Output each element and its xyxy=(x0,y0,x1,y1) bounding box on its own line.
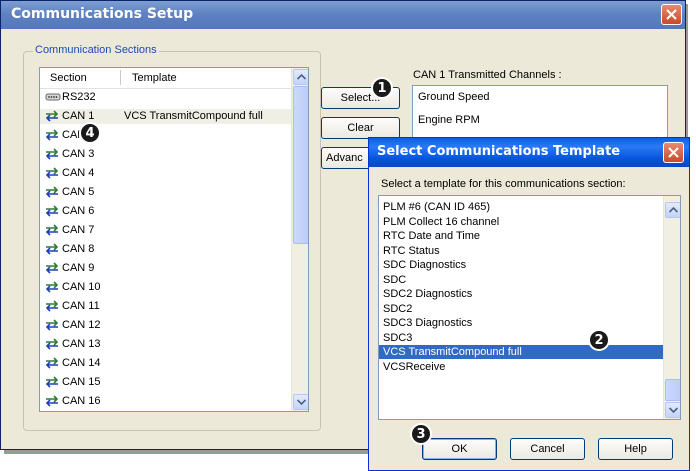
template-item[interactable]: PLM Collect 16 channel xyxy=(379,215,664,229)
dialog-title: Select Communications Template xyxy=(377,144,621,159)
section-name: CAN 11 xyxy=(62,300,100,312)
scroll-up-icon[interactable] xyxy=(665,202,680,218)
template-scrollbar[interactable] xyxy=(663,196,680,419)
bidirectional-arrows-icon xyxy=(45,357,59,369)
bidirectional-arrows-icon xyxy=(45,376,59,388)
template-item[interactable]: RTC Date and Time xyxy=(379,229,664,243)
section-name: CAN 3 xyxy=(62,148,95,160)
section-name: CAN 12 xyxy=(62,319,101,331)
bidirectional-arrows-icon xyxy=(45,129,59,141)
bidirectional-arrows-icon xyxy=(45,205,59,217)
dialog-close-icon[interactable] xyxy=(663,142,684,163)
group-label: Communication Sections xyxy=(33,44,159,56)
scroll-up-icon[interactable] xyxy=(293,69,308,85)
template-item[interactable]: SDC2 Diagnostics xyxy=(379,287,664,301)
bidirectional-arrows-icon xyxy=(45,319,59,331)
bidirectional-arrows-icon xyxy=(45,167,59,179)
channels-label: CAN 1 Transmitted Channels : xyxy=(413,69,562,81)
section-name: CAN 15 xyxy=(62,376,101,388)
bidirectional-arrows-icon xyxy=(45,395,59,407)
template-item[interactable]: SDC3 Diagnostics xyxy=(379,316,664,330)
section-name: CAN 1 xyxy=(62,110,95,122)
channels-list[interactable]: Ground Speed Engine RPM xyxy=(412,85,668,145)
bidirectional-arrows-icon xyxy=(45,186,59,198)
table-row[interactable]: CAN 5 xyxy=(40,185,291,200)
template-item[interactable]: RTC Status xyxy=(379,244,664,258)
template-item[interactable]: VCS TransmitCompound full xyxy=(379,345,664,359)
section-name: CAN 6 xyxy=(62,205,95,217)
bidirectional-arrows-icon xyxy=(45,300,59,312)
table-row[interactable]: CAN 15 xyxy=(40,375,291,390)
template-list[interactable]: PLM #6 (CAN ID 465) PLM Collect 16 channe… xyxy=(378,195,681,420)
table-row[interactable]: CAN 14 xyxy=(40,356,291,371)
table-row[interactable]: CAN 11 xyxy=(40,299,291,314)
bidirectional-arrows-icon xyxy=(45,224,59,236)
column-header-template[interactable]: Template xyxy=(132,72,177,84)
ok-button[interactable]: OK xyxy=(422,438,497,460)
section-name: CAN 16 xyxy=(62,395,101,407)
template-item[interactable]: SDC2 xyxy=(379,302,664,316)
section-name: CAN 9 xyxy=(62,262,95,274)
help-button[interactable]: Help xyxy=(598,438,673,460)
table-row[interactable]: CAN 4 xyxy=(40,166,291,181)
scroll-thumb[interactable] xyxy=(293,86,308,244)
sections-list[interactable]: Section Template RS232 CAN 1 VCS TransmitC… xyxy=(39,67,309,412)
section-name: CAN 4 xyxy=(62,167,95,179)
section-name: RS232 xyxy=(62,91,96,103)
section-name: CAN 5 xyxy=(62,186,95,198)
serial-port-icon xyxy=(45,91,61,103)
column-header-section[interactable]: Section xyxy=(50,72,87,84)
table-row[interactable]: CAN 3 xyxy=(40,147,291,162)
scroll-down-icon[interactable] xyxy=(665,402,680,418)
scroll-down-icon[interactable] xyxy=(293,394,308,410)
dialog-title-bar[interactable]: Select Communications Template xyxy=(369,138,689,167)
table-row[interactable]: CAN 6 xyxy=(40,204,291,219)
template-item[interactable]: PLM #6 (CAN ID 465) xyxy=(379,200,664,214)
list-header: Section Template xyxy=(40,68,291,89)
title-bar[interactable]: Communications Setup xyxy=(1,1,685,29)
section-template: VCS TransmitCompound full xyxy=(124,110,263,122)
select-template-dialog: Select Communications Template Select a … xyxy=(368,137,690,471)
section-name: CAN 8 xyxy=(62,243,95,255)
table-row[interactable]: CAN 8 xyxy=(40,242,291,257)
section-name: CAN 14 xyxy=(62,357,101,369)
bidirectional-arrows-icon xyxy=(45,338,59,350)
table-row[interactable]: CAN 10 xyxy=(40,280,291,295)
window-title: Communications Setup xyxy=(11,6,194,22)
channel-item[interactable]: Ground Speed xyxy=(418,91,490,103)
table-row[interactable]: RS232 xyxy=(40,90,291,105)
table-row[interactable]: CAN 12 xyxy=(40,318,291,333)
bidirectional-arrows-icon xyxy=(45,148,59,160)
table-row[interactable]: CAN 16 xyxy=(40,394,291,409)
section-name: CAN 7 xyxy=(62,224,95,236)
bidirectional-arrows-icon xyxy=(45,110,59,122)
template-item[interactable]: SDC Diagnostics xyxy=(379,258,664,272)
callout-badge-1: 1 xyxy=(371,77,393,99)
table-row[interactable]: CAN 9 xyxy=(40,261,291,276)
callout-badge-3: 3 xyxy=(410,423,432,445)
section-name: CAN 13 xyxy=(62,338,101,350)
table-row[interactable]: CAN 1 VCS TransmitCompound full xyxy=(40,109,291,124)
sections-scrollbar[interactable] xyxy=(291,68,308,411)
table-row[interactable]: CAN 2 xyxy=(40,128,291,143)
callout-badge-2: 2 xyxy=(588,329,610,351)
table-row[interactable]: CAN 7 xyxy=(40,223,291,238)
channel-item[interactable]: Engine RPM xyxy=(418,114,480,126)
template-item[interactable]: SDC xyxy=(379,273,664,287)
template-item[interactable]: SDC3 xyxy=(379,331,664,345)
close-icon[interactable] xyxy=(661,4,682,25)
advanced-button[interactable]: Advanc xyxy=(321,147,373,169)
template-item[interactable]: VCSReceive xyxy=(379,360,664,374)
bidirectional-arrows-icon xyxy=(45,281,59,293)
scroll-thumb[interactable] xyxy=(665,379,680,401)
clear-button[interactable]: Clear xyxy=(321,117,400,139)
column-divider[interactable] xyxy=(120,70,121,85)
callout-badge-4: 4 xyxy=(79,122,101,144)
dialog-prompt: Select a template for this communication… xyxy=(381,178,626,190)
cancel-button[interactable]: Cancel xyxy=(510,438,585,460)
table-row[interactable]: CAN 13 xyxy=(40,337,291,352)
bidirectional-arrows-icon xyxy=(45,262,59,274)
section-name: CAN 10 xyxy=(62,281,101,293)
bidirectional-arrows-icon xyxy=(45,243,59,255)
